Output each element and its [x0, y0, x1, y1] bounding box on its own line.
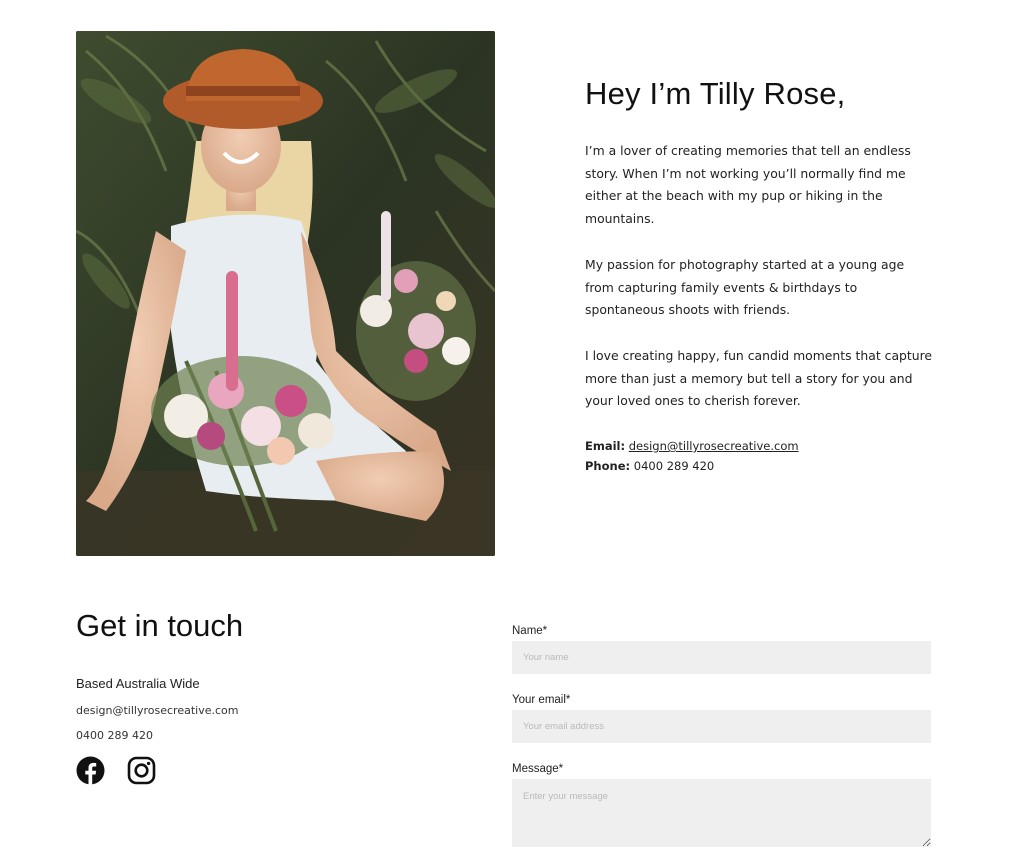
about-contact: Email: design@tillyrosecreative.com Phon…: [585, 436, 935, 476]
about-paragraph-2: My passion for photography started at a …: [585, 256, 905, 318]
facebook-icon[interactable]: [76, 756, 105, 785]
name-group: Name*: [512, 625, 931, 674]
about-email-row: Email: design@tillyrosecreative.com: [585, 436, 935, 456]
about-phone-value: 0400 289 420: [633, 459, 715, 474]
about-email-link[interactable]: design@tillyrosecreative.com: [629, 439, 799, 453]
about-paragraph-1: I’m a lover of creating memories that te…: [585, 143, 911, 227]
get-in-touch-section: Get in touch Based Australia Wide design…: [76, 606, 456, 785]
about-section: Hey I’m Tilly Rose, I’m a lover of creat…: [585, 74, 935, 476]
about-phone-label: Phone:: [585, 459, 631, 474]
portrait-photo: [76, 31, 495, 556]
contact-form: Name* Your email* Message*: [512, 625, 931, 864]
about-phone-row: Phone: 0400 289 420: [585, 456, 935, 476]
social-links: [76, 756, 456, 785]
about-email-label: Email:: [585, 439, 626, 454]
instagram-icon[interactable]: [127, 756, 156, 785]
email-label: Your email*: [512, 694, 571, 706]
touch-email[interactable]: design@tillyrosecreative.com: [76, 704, 456, 717]
message-label: Message*: [512, 763, 564, 775]
message-group: Message*: [512, 763, 931, 847]
message-textarea[interactable]: [512, 779, 931, 847]
name-input[interactable]: [512, 641, 931, 674]
email-input[interactable]: [512, 710, 931, 743]
portrait-image: [76, 31, 495, 556]
about-heading: Hey I’m Tilly Rose,: [585, 76, 846, 111]
about-paragraph-3: I love creating happy, fun candid moment…: [585, 347, 933, 409]
touch-heading: Get in touch: [76, 608, 244, 643]
name-label: Name*: [512, 625, 548, 637]
touch-phone[interactable]: 0400 289 420: [76, 729, 456, 742]
based-location: Based Australia Wide: [76, 676, 200, 691]
email-group: Your email*: [512, 694, 931, 743]
